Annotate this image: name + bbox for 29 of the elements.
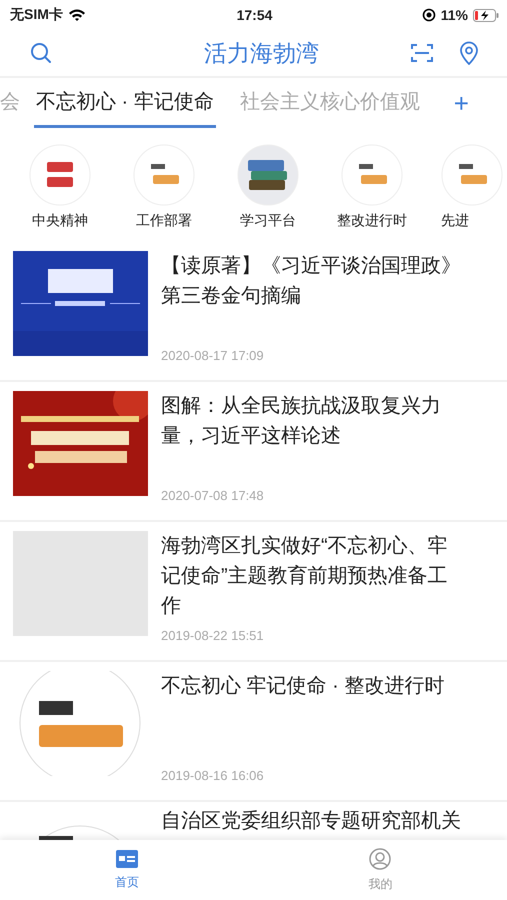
article-title[interactable]: 【读原著】《习近平谈治国理政》第三卷金句摘编	[161, 251, 463, 311]
battery-percent: 11%	[440, 7, 468, 23]
category-label[interactable]: 整改进行时	[337, 212, 407, 230]
category-label[interactable]: 工作部署	[136, 212, 192, 230]
article-date: 2019-08-16 16:06	[161, 768, 265, 785]
category-label[interactable]: 中央精神	[32, 212, 88, 230]
category-label[interactable]: 先进	[441, 212, 469, 230]
search-icon[interactable]	[30, 42, 52, 64]
scan-icon[interactable]	[411, 43, 433, 63]
orientation-lock-icon	[422, 8, 436, 22]
battery-icon	[473, 8, 499, 22]
article-date: 2020-07-08 17:48	[161, 488, 265, 505]
channel-tab[interactable]: 不忘初心 · 牢记使命	[34, 78, 216, 128]
clock-time: 17:54	[236, 7, 272, 23]
nav-tab[interactable]: 首页	[0, 840, 254, 900]
add-channel-button[interactable]: +	[454, 78, 469, 128]
wifi-icon	[68, 8, 86, 22]
article-title[interactable]: 图解：从全民族抗战汲取复兴力量，习近平这样论述	[161, 391, 463, 451]
article-date: 2019-08-22 15:51	[161, 628, 265, 645]
carrier-text: 无SIM卡	[10, 6, 63, 24]
news-icon	[116, 850, 138, 868]
category-label[interactable]: 学习平台	[240, 212, 296, 230]
article-title[interactable]: 海勃湾区扎实做好“不忘初心、牢记使命”主题教育前期预热准备工作	[161, 531, 463, 621]
location-pin-icon[interactable]	[459, 41, 479, 65]
article-title[interactable]: 不忘初心 牢记使命 · 整改进行时	[161, 671, 463, 701]
app-title: 活力海勃湾	[204, 38, 319, 68]
article-date: 2020-08-17 17:09	[161, 348, 265, 365]
user-icon	[369, 848, 392, 870]
article-title[interactable]: 自治区党委组织部专题研究部机关	[161, 806, 463, 836]
